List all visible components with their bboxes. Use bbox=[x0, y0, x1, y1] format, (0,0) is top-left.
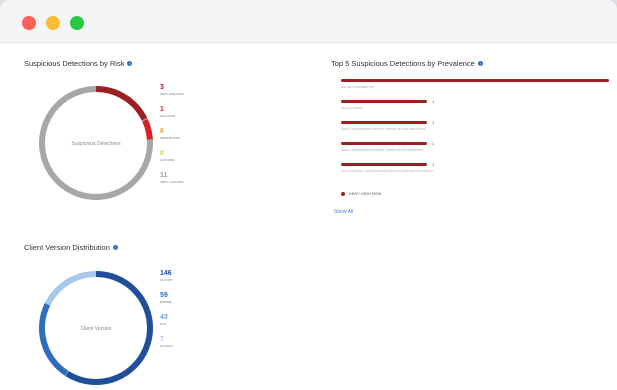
prevalence-detection-name: Seldon / XXXXXXXXXXXXXXXXXXX / XXXXX.XXX… bbox=[341, 149, 424, 152]
prevalence-count: 1 bbox=[432, 141, 435, 146]
prevalence-legend-label: VERY HIGH RISK bbox=[349, 191, 382, 196]
legend-label: HIGH RISK bbox=[160, 114, 176, 118]
legend-label: MEDIUM RISK bbox=[160, 136, 181, 140]
risk-legend-item: 1 HIGH RISK bbox=[160, 106, 184, 128]
prevalence-count: 1 bbox=[432, 120, 435, 125]
legend-count: 1 bbox=[160, 106, 164, 113]
risk-legend-item: 0 LOW RISK bbox=[160, 150, 184, 172]
minimize-window-button[interactable] bbox=[46, 16, 60, 30]
info-icon[interactable]: i bbox=[127, 61, 133, 66]
prevalence-bar bbox=[341, 163, 427, 166]
legend-label: LOW RISK bbox=[160, 158, 175, 162]
prevalence-detection-name: Cmd / XXXXXXXX / XXXXXXXXXXXXX.XXX.XXXX.… bbox=[341, 170, 433, 173]
client-panel-title-text: Client Version Distribution bbox=[24, 243, 110, 252]
legend-count: 59 bbox=[160, 292, 168, 299]
legend-count: 146 bbox=[160, 270, 172, 277]
legend-count: 43 bbox=[160, 314, 168, 321]
client-legend-item: 7 16.2 ELD bbox=[160, 336, 173, 358]
info-icon[interactable]: i bbox=[477, 61, 483, 66]
legend-label: 16.0 OPT bbox=[160, 278, 173, 282]
prevalence-row[interactable]: 1 Proxyl.exe.XXXXX bbox=[341, 99, 609, 114]
risk-donut-center-label: Suspicious Detections bbox=[71, 141, 121, 147]
maximize-window-button[interactable] bbox=[70, 16, 84, 30]
legend-label: 16.2 ELD bbox=[160, 344, 173, 348]
show-all-link[interactable]: Show All bbox=[334, 209, 353, 215]
risk-panel-title: Suspicious Detections by Risk i bbox=[24, 59, 133, 68]
client-legend-item: 59 EPRIME bbox=[160, 292, 173, 314]
risk-panel-title-text: Suspicious Detections by Risk bbox=[24, 59, 125, 68]
legend-count: 11 bbox=[160, 172, 168, 179]
legend-label: 16.0 bbox=[160, 322, 166, 326]
close-window-button[interactable] bbox=[22, 16, 36, 30]
prevalence-bar bbox=[341, 100, 427, 103]
client-panel-title: Client Version Distribution i bbox=[24, 243, 118, 252]
legend-count: 6 bbox=[160, 128, 164, 135]
risk-legend-item: 11 VERY LOW RISK bbox=[160, 172, 184, 194]
prevalence-detection-name: Proxyl.exe.XXXXX bbox=[341, 107, 363, 110]
prevalence-detection-name: Host: a0c-1-XXXX06E1.TXT bbox=[341, 86, 374, 89]
legend-count: 0 bbox=[160, 150, 164, 157]
info-icon[interactable]: i bbox=[112, 245, 118, 250]
prevalence-count: 1 bbox=[432, 99, 435, 104]
prevalence-row[interactable]: 1 Cmd / XXXXXXXX / XXXXXXXXXXXXX.XXX.XXXX… bbox=[341, 162, 609, 177]
prevalence-panel-title: Top 5 Suspicious Detections by Prevalenc… bbox=[331, 59, 483, 68]
risk-legend-item: 3 VERY HIGH RISK bbox=[160, 84, 184, 106]
client-legend-item: 43 16.0 bbox=[160, 314, 173, 336]
prevalence-legend: VERY HIGH RISK bbox=[341, 191, 381, 196]
legend-count: 7 bbox=[160, 336, 164, 343]
prevalence-count: 1 bbox=[432, 162, 435, 167]
legend-label: VERY HIGH RISK bbox=[160, 92, 185, 96]
prevalence-panel-title-text: Top 5 Suspicious Detections by Prevalenc… bbox=[331, 59, 475, 68]
prevalence-detection-name: Seldon / XXXXXXXXXXXX.XXX.XXX / XXXXXX.X… bbox=[341, 128, 426, 131]
legend-label: EPRIME bbox=[160, 300, 172, 304]
prevalence-row[interactable]: 1 Seldon / XXXXXXXXXXXXXXXXXXX / XXXXX.XX… bbox=[341, 141, 609, 156]
client-donut-center-label: Client Version bbox=[80, 326, 112, 332]
title-bar bbox=[0, 0, 617, 43]
app-window: Suspicious Detections by Risk i Suspicio… bbox=[0, 0, 617, 390]
prevalence-row[interactable]: Host: a0c-1-XXXX06E1.TXT bbox=[341, 79, 609, 93]
prevalence-bar bbox=[341, 79, 609, 82]
prevalence-bar bbox=[341, 142, 427, 145]
client-legend-item: 146 16.0 OPT bbox=[160, 270, 173, 292]
very-high-risk-dot bbox=[341, 191, 345, 196]
risk-legend-item: 6 MEDIUM RISK bbox=[160, 128, 184, 150]
legend-label: VERY LOW RISK bbox=[160, 180, 184, 184]
risk-legend: 3 VERY HIGH RISK 1 HIGH RISK 6 MEDIUM RI… bbox=[160, 84, 184, 194]
legend-count: 3 bbox=[160, 84, 164, 91]
prevalence-row[interactable]: 1 Seldon / XXXXXXXXXXXX.XXX.XXX / XXXXXX.… bbox=[341, 120, 609, 135]
prevalence-bar bbox=[341, 121, 427, 124]
client-legend: 146 16.0 OPT 59 EPRIME 43 16.0 7 16.2 EL… bbox=[160, 270, 173, 358]
